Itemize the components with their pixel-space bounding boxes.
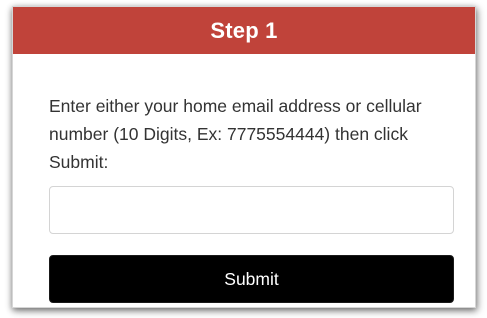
step-title: Step 1 [210,17,278,43]
submit-button[interactable]: Submit [49,255,454,303]
step-body: Enter either your home email address or … [13,92,475,303]
step-header: Step 1 [13,7,475,54]
step-card: Step 1 Enter either your home email addr… [12,6,476,308]
instructions-text: Enter either your home email address or … [49,96,422,172]
email-or-phone-input[interactable] [49,186,454,234]
